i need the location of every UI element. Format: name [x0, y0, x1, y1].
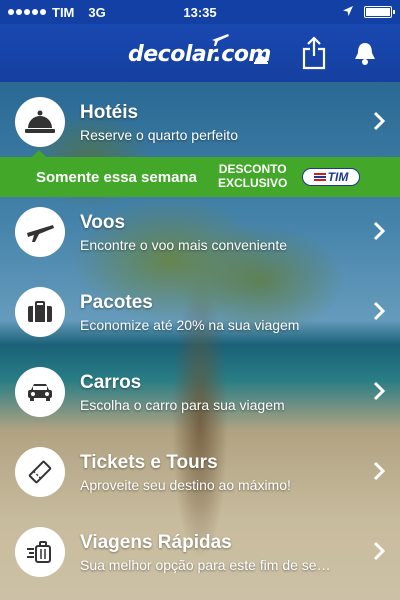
menu-item-carros[interactable]: Carros Escolha o carro para sua viagem [0, 352, 400, 432]
menu-title: Viagens Rápidas [80, 531, 232, 553]
menu-subtitle: Encontre o voo mais conveniente [80, 236, 288, 253]
chevron-right-icon [373, 111, 386, 131]
menu-subtitle: Economize até 20% na sua viagem [80, 316, 300, 333]
menu-subtitle: Escolha o carro para sua viagem [80, 396, 285, 413]
chevron-right-icon [373, 461, 386, 481]
logo-hotel-bell-icon [254, 56, 268, 64]
menu-item-voos[interactable]: Voos Encontre o voo mais conveniente [0, 192, 400, 272]
app-header: decolar.com [0, 24, 400, 82]
menu-title: Tickets e Tours [80, 451, 218, 473]
menu-title: Voos [80, 211, 126, 233]
tim-logo-text: TIM [327, 170, 349, 184]
battery-icon [364, 6, 395, 18]
logo-plane-icon [212, 34, 229, 46]
menu-title: Pacotes [80, 291, 153, 313]
menu-subtitle: Sua melhor opção para este fim de se… [80, 556, 331, 573]
chevron-right-icon [373, 541, 386, 561]
promo-pointer [32, 150, 46, 157]
menu-title: Carros [80, 371, 142, 393]
tim-stripes-icon [313, 173, 326, 181]
status-bar: TIM 3G 13:35 [0, 0, 400, 24]
hotel-bell-icon [15, 97, 65, 147]
decolar-logo: decolar.com [128, 42, 271, 67]
airplane-icon [15, 207, 65, 257]
tim-logo: TIM [302, 168, 360, 186]
suitcase-icon [15, 287, 65, 337]
promo-banner[interactable]: Somente essa semana DESCONTO EXCLUSIVO T… [0, 150, 400, 197]
menu-item-viagens-rapidas[interactable]: Viagens Rápidas Sua melhor opção para es… [0, 512, 400, 592]
menu-item-tickets[interactable]: Tickets e Tours Aproveite seu destino ao… [0, 432, 400, 512]
menu-title: Hotéis [80, 101, 139, 123]
location-arrow-icon [343, 6, 353, 16]
ticket-icon [15, 447, 65, 497]
status-time: 13:35 [183, 4, 217, 20]
chevron-right-icon [373, 221, 386, 241]
promo-discount-line1: DESCONTO [218, 162, 287, 176]
share-icon[interactable] [302, 36, 326, 70]
menu-subtitle: Reserve o quarto perfeito [80, 126, 238, 143]
menu-subtitle: Aproveite seu destino ao máximo! [80, 476, 291, 493]
chevron-right-icon [373, 381, 386, 401]
fast-luggage-icon [15, 527, 65, 577]
car-icon [15, 367, 65, 417]
menu-item-hoteis[interactable]: Hotéis Reserve o quarto perfeito [0, 82, 400, 162]
promo-discount-label: DESCONTO EXCLUSIVO [218, 162, 287, 190]
menu-item-pacotes[interactable]: Pacotes Economize até 20% na sua viagem [0, 272, 400, 352]
notification-bell-icon[interactable] [352, 40, 378, 66]
promo-text: Somente essa semana [36, 168, 197, 186]
chevron-right-icon [373, 301, 386, 321]
promo-discount-line2: EXCLUSIVO [218, 176, 288, 190]
